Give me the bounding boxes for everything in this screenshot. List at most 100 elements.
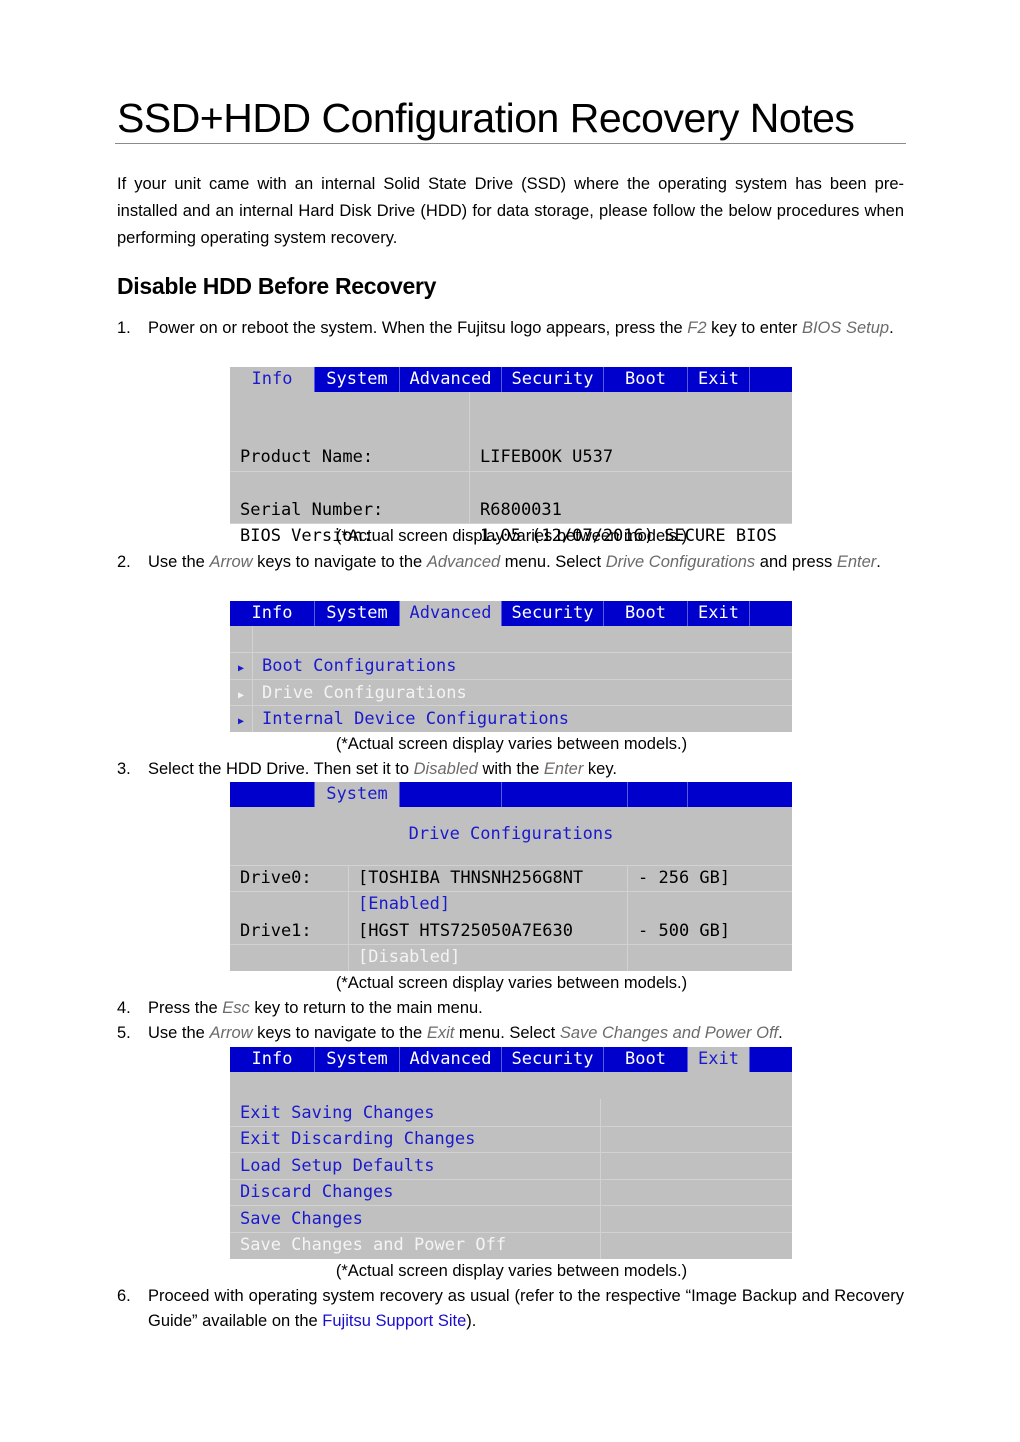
fujitsu-support-site-link[interactable]: Fujitsu Support Site [322, 1312, 466, 1330]
bios-tab-spacer [750, 367, 792, 392]
product-name-value: LIFEBOOK U537 [480, 447, 614, 467]
step-5: 5. Use the Arrow keys to navigate to the… [117, 1021, 904, 1046]
bios-info-body: Product Name: LIFEBOOK U537 Serial Numbe… [230, 392, 792, 546]
menu-item-exit-discarding-changes[interactable]: Exit Discarding Changes [240, 1126, 475, 1152]
step-4: 4. Press the Esc key to return to the ma… [117, 996, 904, 1021]
enter-key-term: Enter [543, 760, 584, 778]
step-number: 6. [117, 1287, 131, 1305]
serial-number-value: R6800031 [480, 500, 562, 520]
figure-caption: (*Actual screen display varies between m… [335, 735, 688, 753]
bios-tab-system[interactable]: System [315, 1047, 400, 1072]
esc-key-term: Esc [222, 999, 250, 1017]
bios-tab-info[interactable]: Info [230, 601, 315, 626]
bios-tab-blank [230, 782, 315, 807]
arrow-keys-term: Arrow [209, 553, 253, 571]
bios-tab-exit[interactable]: Exit [688, 367, 750, 392]
step-text: key to return to the main menu. [249, 999, 483, 1017]
drive1-model: [HGST HTS725050A7E630 [358, 921, 573, 941]
menu-item-discard-changes[interactable]: Discard Changes [240, 1179, 394, 1205]
column-divider [627, 865, 628, 971]
step-number: 3. [117, 760, 131, 778]
step-text: menu. Select [454, 1024, 560, 1042]
bios-tab-advanced[interactable]: Advanced [400, 367, 502, 392]
step-text: . [876, 553, 881, 571]
menu-item-save-changes-and-power-off[interactable]: Save Changes and Power Off [240, 1232, 506, 1258]
intro-paragraph: If your unit came with an internal Solid… [117, 175, 904, 247]
bios-menu-bar: Info System Advanced Security Boot Exit [230, 1047, 792, 1072]
menu-item-exit-saving-changes[interactable]: Exit Saving Changes [240, 1100, 434, 1126]
row-divider [230, 944, 792, 945]
bios-tab-security[interactable]: Security [502, 367, 604, 392]
bios-menu-bar: Info System Advanced Security Boot Exit [230, 601, 792, 626]
bios-tab-exit[interactable]: Exit [688, 1047, 750, 1072]
key-f2: F2 [687, 319, 707, 337]
bios-menu-bar: System [230, 782, 792, 807]
bios-exit-screen: Info System Advanced Security Boot Exit … [230, 1047, 792, 1259]
bios-tab-boot[interactable]: Boot [604, 601, 688, 626]
step-1: 1. Power on or reboot the system. When t… [117, 316, 904, 341]
menu-item-load-setup-defaults[interactable]: Load Setup Defaults [240, 1153, 434, 1179]
menu-item-drive-configurations[interactable]: Drive Configurations [262, 680, 467, 706]
bios-advanced-screen: Info System Advanced Security Boot Exit … [230, 601, 792, 732]
bios-tab-blank [400, 782, 502, 807]
step-text: Press the [148, 999, 223, 1017]
disabled-term: Disabled [413, 760, 478, 778]
menu-item-boot-configurations[interactable]: Boot Configurations [262, 653, 456, 679]
bios-tab-system[interactable]: System [315, 601, 400, 626]
step-number: 2. [117, 553, 131, 571]
bios-tab-blank [628, 782, 688, 807]
step-text: keys to navigate to the [252, 553, 427, 571]
bios-tab-security[interactable]: Security [502, 1047, 604, 1072]
step-text: menu. Select [500, 553, 606, 571]
row-divider [230, 891, 792, 892]
bios-tab-system[interactable]: System [315, 367, 400, 392]
save-power-off-term: Save Changes and Power Off [559, 1024, 779, 1042]
enter-key-term: Enter [836, 553, 877, 571]
bios-drive-screen: System Drive Configurations Drive0: [TOS… [230, 782, 792, 971]
step-text: Power on or reboot the system. When the … [148, 319, 688, 337]
bios-exit-body: Exit Saving Changes Exit Discarding Chan… [230, 1072, 792, 1259]
step-text: Select the HDD Drive. Then set it to [148, 760, 414, 778]
bios-tab-info[interactable]: Info [230, 367, 315, 392]
submenu-arrow-icon: ▶ [238, 716, 245, 727]
drive0-state[interactable]: [Enabled] [358, 891, 450, 917]
submenu-arrow-icon: ▶ [238, 663, 245, 674]
bios-info-screen: Info System Advanced Security Boot Exit … [230, 367, 792, 546]
bios-tab-advanced[interactable]: Advanced [400, 601, 502, 626]
product-name-label: Product Name: [240, 447, 374, 467]
section-heading: Disable HDD Before Recovery [117, 273, 437, 299]
bios-tab-info[interactable]: Info [230, 1047, 315, 1072]
drive1-size: - 500 GB] [638, 921, 731, 941]
figure-caption: (*Actual screen display varies between m… [335, 527, 688, 545]
figure-caption: (*Actual screen display varies between m… [335, 1262, 688, 1280]
advanced-term: Advanced [426, 553, 501, 571]
step-number: 5. [117, 1024, 131, 1042]
menu-item-save-changes[interactable]: Save Changes [240, 1206, 363, 1232]
bios-tab-boot[interactable]: Boot [604, 1047, 688, 1072]
column-divider [348, 865, 349, 971]
bios-tab-exit[interactable]: Exit [688, 601, 750, 626]
bios-tab-advanced[interactable]: Advanced [400, 1047, 502, 1072]
submenu-arrow-icon: ▶ [238, 690, 245, 701]
bios-tab-security[interactable]: Security [502, 601, 604, 626]
bios-tab-spacer [750, 601, 792, 626]
step-text: key. [583, 760, 617, 778]
drive1-label: Drive1: [240, 921, 312, 941]
drive1-state[interactable]: [Disabled] [358, 944, 460, 970]
bios-tab-blank [502, 782, 628, 807]
bios-tab-system[interactable]: System [315, 782, 400, 807]
step-text: key to enter [706, 319, 802, 337]
title-divider [115, 143, 906, 144]
step-3: 3. Select the HDD Drive. Then set it to … [117, 757, 904, 782]
bios-drive-body: Drive Configurations Drive0: [TOSHIBA TH… [230, 807, 792, 971]
column-divider [469, 392, 470, 524]
step-6: 6. Proceed with operating system recover… [117, 1284, 904, 1334]
step-number: 1. [117, 319, 131, 337]
bios-tab-boot[interactable]: Boot [604, 367, 688, 392]
drive0-model: [TOSHIBA THNSNH256G8NT [358, 868, 584, 888]
menu-item-internal-device-configurations[interactable]: Internal Device Configurations [262, 706, 569, 732]
figure-caption: (*Actual screen display varies between m… [335, 974, 688, 992]
step-text: keys to navigate to the [252, 1024, 427, 1042]
page-title: SSD+HDD Configuration Recovery Notes [117, 95, 855, 141]
bios-tab-blank [688, 782, 792, 807]
